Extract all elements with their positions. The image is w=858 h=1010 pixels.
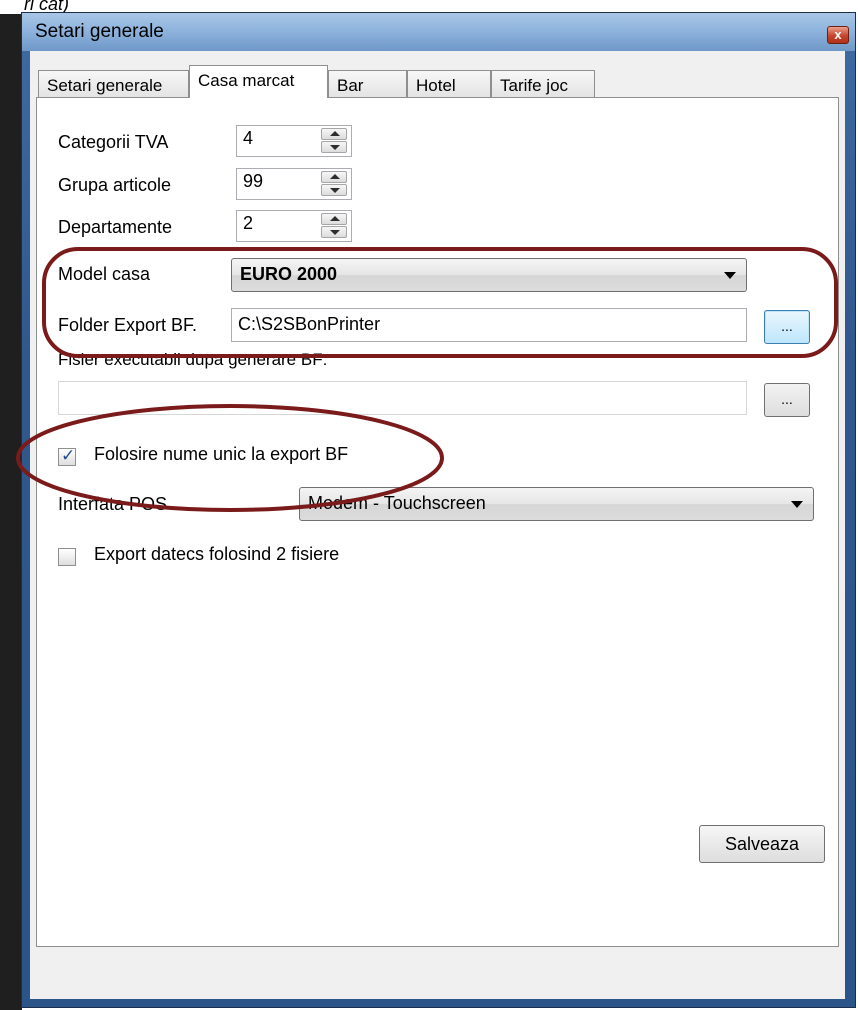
categorii-tva-value: 4 bbox=[243, 128, 254, 148]
spin-up-button[interactable] bbox=[321, 213, 347, 225]
spin-up-button[interactable] bbox=[321, 171, 347, 183]
tab-tarife-joc[interactable]: Tarife joc bbox=[491, 70, 595, 98]
background-left bbox=[0, 0, 22, 1010]
export-datecs-label: Export datecs folosind 2 fisiere bbox=[94, 544, 340, 564]
folosire-nume-unic-label: Folosire nume unic la export BF bbox=[94, 444, 349, 464]
tab-label: Setari generale bbox=[47, 76, 163, 95]
close-icon: x bbox=[834, 27, 842, 42]
grupa-articole-spinner[interactable]: 99 bbox=[236, 168, 352, 200]
window-title: Setari generale bbox=[35, 21, 164, 42]
save-button-label: Salveaza bbox=[724, 834, 800, 854]
up-arrow-icon bbox=[330, 216, 340, 221]
tab-label: Tarife joc bbox=[500, 76, 569, 95]
checkmark-icon: ✓ bbox=[61, 446, 76, 465]
tab-bar[interactable]: Bar bbox=[328, 70, 407, 98]
interfata-pos-label: Interfata POS bbox=[58, 494, 168, 514]
chevron-down-icon bbox=[791, 501, 803, 508]
model-casa-value: EURO 2000 bbox=[240, 264, 338, 284]
tab-casa-marcat[interactable]: Casa marcat bbox=[189, 65, 328, 98]
departamente-spinner[interactable]: 2 bbox=[236, 210, 352, 242]
fisier-executabil-browse-button[interactable]: ... bbox=[764, 383, 810, 417]
client-area: Setari generale Casa marcat Bar Hotel Ta… bbox=[30, 51, 845, 999]
folder-export-field[interactable]: C:\S2SBonPrinter bbox=[231, 308, 747, 342]
down-arrow-icon bbox=[330, 230, 340, 235]
departamente-label: Departamente bbox=[58, 217, 173, 237]
folder-export-label: Folder Export BF. bbox=[58, 315, 198, 335]
close-button[interactable]: x bbox=[827, 26, 849, 44]
interfata-pos-select[interactable]: Modem - Touchscreen bbox=[299, 487, 814, 521]
up-arrow-icon bbox=[330, 131, 340, 136]
spin-down-button[interactable] bbox=[321, 226, 347, 238]
tab-label: Hotel bbox=[416, 76, 456, 95]
grupa-articole-label: Grupa articole bbox=[58, 175, 172, 195]
spin-up-button[interactable] bbox=[321, 128, 347, 140]
down-arrow-icon bbox=[330, 145, 340, 150]
spin-down-button[interactable] bbox=[321, 141, 347, 153]
save-button[interactable]: Salveaza bbox=[699, 825, 825, 863]
folder-export-browse-button[interactable]: ... bbox=[764, 310, 810, 344]
categorii-tva-spinner[interactable]: 4 bbox=[236, 125, 352, 157]
tab-setari-generale[interactable]: Setari generale bbox=[38, 70, 189, 98]
tab-hotel[interactable]: Hotel bbox=[407, 70, 491, 98]
categorii-tva-label: Categorii TVA bbox=[58, 132, 169, 152]
fisier-executabil-label: Fisier executabil dupa generare BF: bbox=[58, 350, 328, 369]
tab-label: Casa marcat bbox=[198, 71, 295, 90]
spin-down-button[interactable] bbox=[321, 184, 347, 196]
down-arrow-icon bbox=[330, 188, 340, 193]
tab-label: Bar bbox=[337, 76, 364, 95]
settings-window: Setari generale x Setari generale Casa m… bbox=[21, 12, 856, 1008]
chevron-down-icon bbox=[724, 272, 736, 279]
model-casa-select[interactable]: EURO 2000 bbox=[231, 258, 747, 292]
up-arrow-icon bbox=[330, 174, 340, 179]
tab-panel-casa-marcat: Categorii TVA 4 Grupa articole 99 Depart… bbox=[36, 97, 839, 947]
interfata-pos-value: Modem - Touchscreen bbox=[308, 493, 486, 513]
grupa-articole-value: 99 bbox=[243, 171, 264, 191]
ellipsis-icon: ... bbox=[781, 318, 793, 334]
export-datecs-checkbox[interactable] bbox=[58, 548, 76, 566]
departamente-value: 2 bbox=[243, 213, 254, 233]
folder-export-value: C:\S2SBonPrinter bbox=[238, 314, 381, 334]
folosire-nume-unic-checkbox[interactable]: ✓ bbox=[58, 446, 76, 466]
ellipsis-icon: ... bbox=[781, 391, 793, 407]
fisier-executabil-field[interactable] bbox=[58, 381, 747, 415]
model-casa-label: Model casa bbox=[58, 264, 151, 284]
title-bar[interactable]: Setari generale x bbox=[22, 13, 855, 51]
